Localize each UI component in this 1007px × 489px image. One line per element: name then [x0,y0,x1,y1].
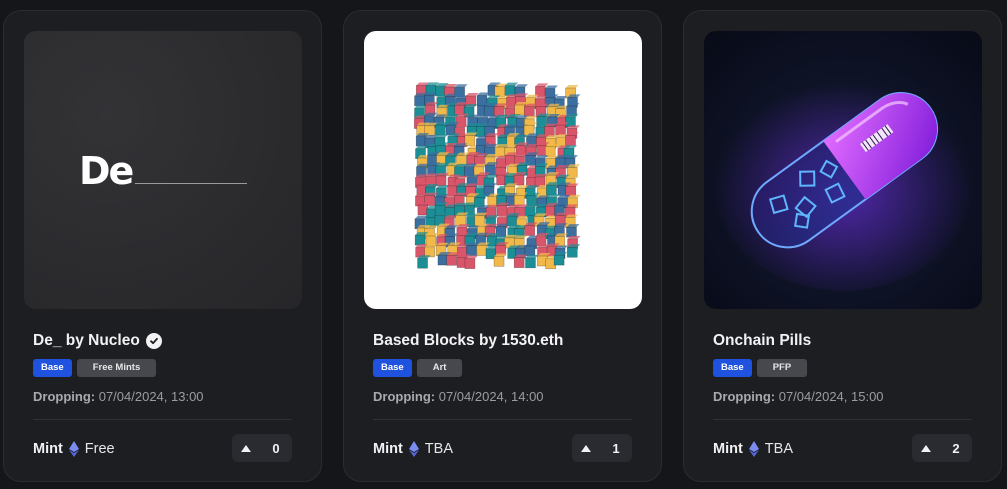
drop-card-de-nucleo[interactable]: De De_ by Nucleo Base Free Mints Droppin… [3,10,322,482]
collection-title[interactable]: Onchain Pills [713,332,811,350]
block-cube [565,113,579,128]
block-cube [513,192,528,206]
block-cube [435,172,450,187]
triangle-up-icon [912,444,940,452]
ethereum-icon [748,441,759,457]
triangle-up-icon [232,444,260,452]
block-cube [546,182,560,196]
block-cube [513,172,528,186]
drop-date: Dropping: 07/04/2024, 13:00 [33,389,204,404]
tag-list: Base Free Mints [33,359,157,377]
block-cube [464,255,478,269]
drop-date-value: 07/04/2024, 13:00 [98,389,204,404]
collection-artwork[interactable] [364,31,642,309]
block-cube [493,253,508,267]
tag-list: Base PFP [713,359,808,377]
drop-date: Dropping: 07/04/2024, 15:00 [713,389,884,404]
mint-price: TBA [764,441,793,457]
mint-info: Mint TBA [713,441,793,457]
block-cube [565,132,579,146]
divider [373,419,632,420]
mint-label: Mint [713,441,743,457]
drop-date-label: Dropping: [713,389,776,404]
mint-price: TBA [424,441,453,457]
pill-artwork-graphic [713,71,973,291]
block-cube [524,222,538,236]
drop-date-value: 07/04/2024, 14:00 [438,389,544,404]
collection-title[interactable]: Based Blocks by 1530.eth [373,332,563,350]
block-cube [525,254,539,269]
collection-title-text: De_ by Nucleo [33,332,140,349]
divider [713,419,972,420]
block-cube [565,183,579,197]
blocks-artwork-graphic [414,82,581,270]
mint-info: Mint Free [33,441,115,457]
collection-title-text: Onchain Pills [713,332,812,349]
vote-count: 0 [272,440,280,456]
block-cube [535,232,550,247]
mint-info: Mint TBA [373,441,453,457]
drop-date-value: 07/04/2024, 15:00 [778,389,884,404]
block-cube [495,242,509,256]
block-cube [566,244,581,258]
collection-artwork[interactable] [704,31,982,309]
block-cube [566,224,580,238]
category-tag[interactable]: PFP [756,359,808,377]
block-cube [424,243,438,258]
drop-card-based-blocks[interactable]: Based Blocks by 1530.eth Base Art Droppi… [343,10,662,482]
category-tag[interactable]: Free Mints [76,359,157,377]
collection-title-text: Based Blocks by 1530.eth [373,332,564,349]
ethereum-icon [408,441,419,457]
tag-list: Base Art [373,359,463,377]
upvote-button[interactable]: 0 [232,434,292,462]
ethereum-icon [68,441,79,457]
category-tag[interactable]: Art [416,359,463,377]
chain-tag[interactable]: Base [33,359,72,377]
verified-check-icon [145,333,162,349]
block-cube [523,122,538,136]
drop-date: Dropping: 07/04/2024, 14:00 [373,389,544,404]
artwork-underline [135,183,247,184]
collection-artwork[interactable]: De [24,31,302,309]
vote-count: 2 [952,440,960,456]
upvote-button[interactable]: 2 [912,434,972,462]
vote-count: 1 [612,440,620,456]
mint-price: Free [84,441,115,457]
divider [33,419,292,420]
triangle-up-icon [572,444,600,452]
mint-label: Mint [33,441,63,457]
block-cube [524,242,538,257]
collection-title[interactable]: De_ by Nucleo [33,332,162,350]
mint-label: Mint [373,441,403,457]
drop-card-onchain-pills[interactable]: Onchain Pills Base PFP Dropping: 07/04/2… [683,10,1002,482]
artwork-text: De [79,149,134,193]
drop-date-label: Dropping: [33,389,96,404]
chain-tag[interactable]: Base [713,359,752,377]
upvote-button[interactable]: 1 [572,434,632,462]
block-cube [417,255,431,269]
block-cube [555,122,569,136]
drop-date-label: Dropping: [373,389,436,404]
chain-tag[interactable]: Base [373,359,412,377]
